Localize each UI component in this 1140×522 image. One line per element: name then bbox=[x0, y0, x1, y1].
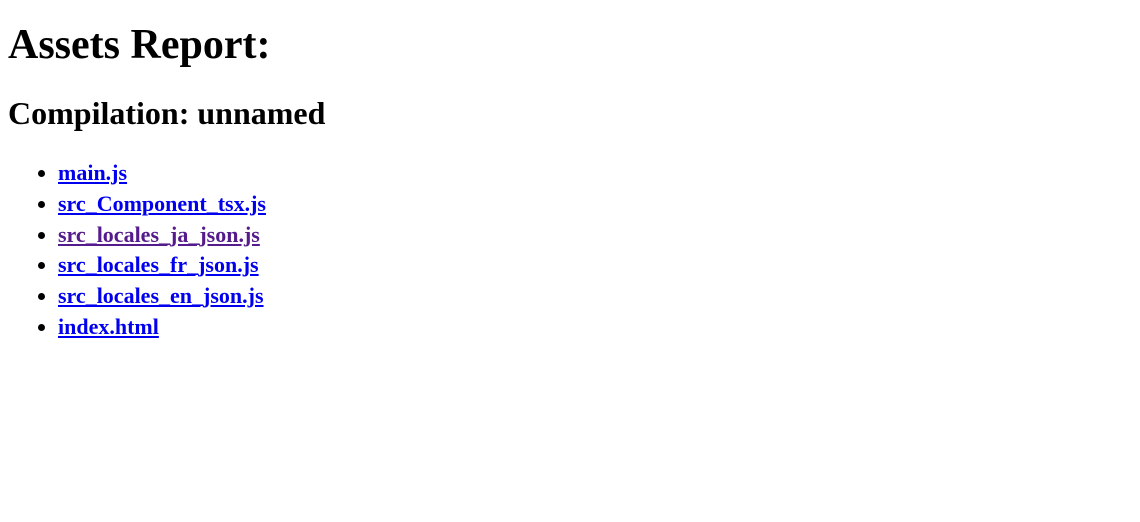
asset-link[interactable]: src_locales_ja_json.js bbox=[58, 222, 260, 247]
page-title: Assets Report: bbox=[8, 21, 1132, 69]
asset-link[interactable]: main.js bbox=[58, 160, 127, 185]
list-item: src_locales_en_json.js bbox=[58, 281, 1132, 312]
list-item: src_locales_ja_json.js bbox=[58, 220, 1132, 251]
asset-link[interactable]: src_locales_en_json.js bbox=[58, 283, 264, 308]
list-item: src_locales_fr_json.js bbox=[58, 250, 1132, 281]
list-item: src_Component_tsx.js bbox=[58, 189, 1132, 220]
assets-list: main.js src_Component_tsx.js src_locales_j… bbox=[8, 158, 1132, 343]
list-item: index.html bbox=[58, 312, 1132, 343]
asset-link[interactable]: src_locales_fr_json.js bbox=[58, 252, 259, 277]
list-item: main.js bbox=[58, 158, 1132, 189]
compilation-heading: Compilation: unnamed bbox=[8, 95, 1132, 132]
asset-link[interactable]: src_Component_tsx.js bbox=[58, 191, 266, 216]
asset-link[interactable]: index.html bbox=[58, 314, 159, 339]
